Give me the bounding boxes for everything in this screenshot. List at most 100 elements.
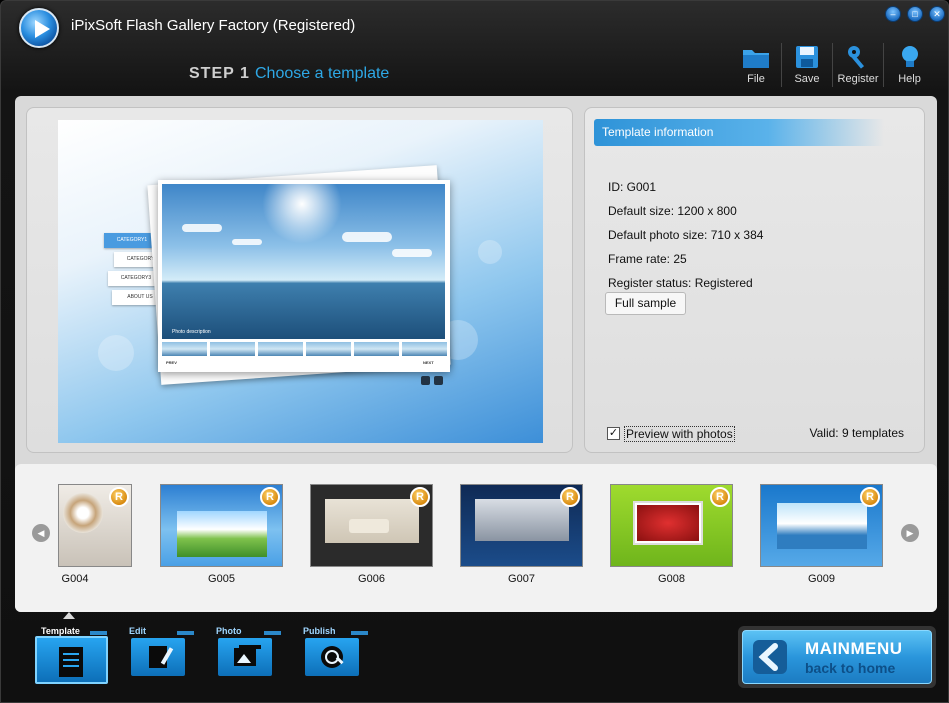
toolbar: File Save Register Help xyxy=(731,43,935,87)
app-window: iPixSoft Flash Gallery Factory (Register… xyxy=(0,0,949,703)
tab-publish[interactable]: Publish xyxy=(293,623,372,685)
template-thumb-g006[interactable]: R xyxy=(310,484,433,567)
template-thumb-g009[interactable]: R xyxy=(760,484,883,567)
help-button[interactable]: Help xyxy=(884,43,935,87)
minimize-button[interactable]: – xyxy=(885,6,901,22)
default-size: Default size: 1200 x 800 xyxy=(608,204,737,218)
floppy-disk-icon xyxy=(796,46,818,68)
template-thumb-g004[interactable]: R xyxy=(58,484,132,567)
preview-prev: PREV xyxy=(166,360,177,365)
coffee-cup-graphic xyxy=(63,493,103,533)
window-title: iPixSoft Flash Gallery Factory (Register… xyxy=(71,17,356,34)
red-photo-graphic xyxy=(637,505,699,541)
tab-template[interactable]: Template xyxy=(31,623,111,685)
help-label: Help xyxy=(898,73,921,85)
tab-photo[interactable]: Photo xyxy=(206,623,285,685)
registered-badge: R xyxy=(860,487,880,507)
sofa-graphic xyxy=(349,519,389,533)
close-icon: ✕ xyxy=(933,9,941,19)
tab-edit-label: Edit xyxy=(129,626,146,636)
cloud-graphic xyxy=(232,239,262,245)
template-thumb-g007[interactable]: R xyxy=(460,484,583,567)
valid-templates-count: Valid: 9 templates xyxy=(809,426,905,440)
mainmenu-title: MAINMENU xyxy=(805,639,903,658)
sun-graphic xyxy=(262,184,342,244)
step-number: STEP 1 xyxy=(189,65,250,82)
preview-with-photos-label[interactable]: Preview with photos xyxy=(624,426,735,442)
register-button[interactable]: Register xyxy=(833,43,884,87)
preview-thumb xyxy=(258,342,303,356)
decor-bubble xyxy=(98,335,134,371)
tab-template-label: Template xyxy=(41,626,80,636)
template-tab-icon xyxy=(35,636,108,684)
tab-bar xyxy=(177,631,194,635)
mainmenu-subtitle: back to home xyxy=(805,660,896,676)
photo-description: Photo description xyxy=(172,329,211,335)
scroll-right-button[interactable]: ▶ xyxy=(901,524,919,542)
preview-thumb xyxy=(162,342,207,356)
daisy-photo-graphic xyxy=(177,511,267,557)
maximize-icon: □ xyxy=(912,9,918,19)
notebook-pencil-icon xyxy=(149,646,174,668)
template-thumb-g005[interactable]: R xyxy=(160,484,283,567)
file-button[interactable]: File xyxy=(731,43,782,87)
template-info-panel: Template information ID: G001 Default si… xyxy=(584,107,925,453)
preview-with-photos-checkbox[interactable]: ✓ xyxy=(607,427,620,440)
key-icon xyxy=(848,46,865,69)
registered-badge: R xyxy=(410,487,430,507)
cloud-graphic xyxy=(342,232,392,242)
publish-tab-icon xyxy=(305,638,359,676)
tab-bar xyxy=(264,631,281,635)
preview-photo: Photo description xyxy=(162,184,445,339)
mainmenu-button[interactable]: MAINMENU back to home xyxy=(738,626,936,688)
full-sample-button[interactable]: Full sample xyxy=(605,292,686,315)
chevron-left-icon: ◀ xyxy=(37,528,45,538)
ship-photo-graphic xyxy=(777,503,867,549)
template-id: ID: G001 xyxy=(608,180,657,194)
default-photo-size: Default photo size: 710 x 384 xyxy=(608,228,764,242)
chevron-right-icon: ▶ xyxy=(906,528,914,538)
registered-badge: R xyxy=(710,487,730,507)
template-label-g005: G005 xyxy=(208,573,235,585)
main-content: CATEGORY1 CATEGORY2 CATEGORY3 ABOUT US P… xyxy=(15,96,937,612)
active-tab-pointer xyxy=(63,612,75,619)
preview-pause-icon xyxy=(434,376,443,385)
save-button[interactable]: Save xyxy=(782,43,833,87)
scroll-left-button[interactable]: ◀ xyxy=(32,524,50,542)
register-label: Register xyxy=(837,73,879,85)
tab-photo-label: Photo xyxy=(216,626,242,636)
publish-globe-icon xyxy=(321,646,344,668)
template-preview[interactable]: CATEGORY1 CATEGORY2 CATEGORY3 ABOUT US P… xyxy=(58,120,543,443)
preview-thumb xyxy=(354,342,399,356)
template-info-header: Template information xyxy=(594,119,884,146)
document-list-icon xyxy=(59,647,83,677)
registered-badge: R xyxy=(260,487,280,507)
mainmenu-inner: MAINMENU back to home xyxy=(742,630,932,684)
cloud-graphic xyxy=(182,224,222,232)
maximize-button[interactable]: □ xyxy=(907,6,923,22)
app-logo xyxy=(19,8,59,48)
workflow-tabs: Template Edit Photo Publish xyxy=(31,623,380,685)
edit-tab-icon xyxy=(131,638,185,676)
tab-edit[interactable]: Edit xyxy=(119,623,198,685)
photo-tab-icon xyxy=(218,638,272,676)
template-label-g006: G006 xyxy=(358,573,385,585)
template-label-g008: G008 xyxy=(658,573,685,585)
tab-bar xyxy=(351,631,368,635)
registered-badge: R xyxy=(560,487,580,507)
register-status: Register status: Registered xyxy=(608,276,753,290)
preview-thumb xyxy=(402,342,447,356)
frame-rate: Frame rate: 25 xyxy=(608,252,687,266)
tab-bar xyxy=(90,631,107,635)
folder-icon xyxy=(743,50,769,68)
template-thumb-g008[interactable]: R xyxy=(610,484,733,567)
template-label-g007: G007 xyxy=(508,573,535,585)
save-label: Save xyxy=(794,73,820,85)
registered-badge: R xyxy=(109,487,129,507)
close-button[interactable]: ✕ xyxy=(929,6,945,22)
decor-bubble xyxy=(478,240,502,264)
laptop-photo-graphic xyxy=(475,499,569,541)
minimize-icon: – xyxy=(890,9,896,19)
template-label-g009: G009 xyxy=(808,573,835,585)
preview-next: NEXT xyxy=(423,360,434,365)
